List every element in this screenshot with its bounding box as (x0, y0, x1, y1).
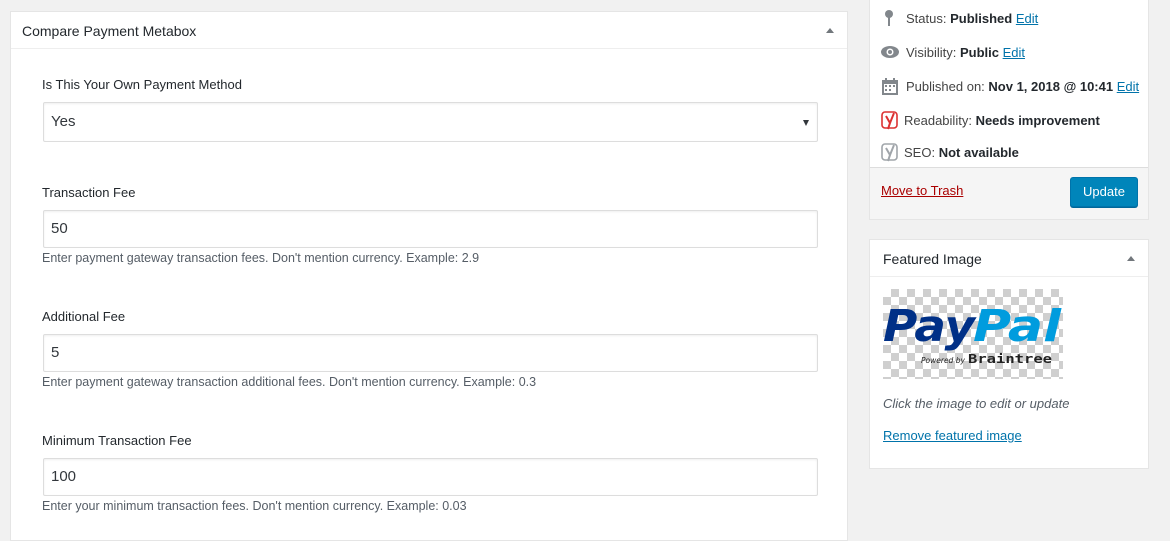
pin-icon (885, 10, 893, 26)
published-on-value: Nov 1, 2018 @ 10:41 (988, 79, 1114, 94)
status-edit-link[interactable]: Edit (1016, 11, 1038, 26)
calendar-icon (882, 78, 898, 95)
minimum-transaction-fee-description: Enter your minimum transaction fees. Don… (42, 499, 467, 513)
minimum-transaction-fee-value: 100 (51, 468, 77, 485)
additional-fee-value: 5 (51, 344, 60, 361)
featured-image-title: Featured Image (883, 251, 982, 267)
visibility-value: Public (959, 45, 999, 60)
chevron-down-icon (803, 120, 809, 126)
transaction-fee-input[interactable]: 50 (43, 210, 818, 248)
svg-text:Powered by: Powered by (921, 356, 965, 365)
update-button[interactable]: Update (1070, 177, 1138, 207)
svg-text:Pal: Pal (973, 301, 1062, 352)
metabox-header[interactable]: Compare Payment Metabox (11, 12, 847, 49)
additional-fee-label: Additional Fee (42, 309, 126, 324)
own-payment-method-value: Yes (51, 113, 76, 130)
seo-value: Not available (938, 145, 1019, 160)
collapse-toggle-icon[interactable] (1127, 256, 1135, 261)
metabox-title: Compare Payment Metabox (22, 23, 197, 39)
readability-label: Readability: (904, 113, 972, 128)
featured-image-hint: Click the image to edit or update (883, 396, 1070, 411)
svg-text:Pay: Pay (883, 301, 977, 352)
yoast-readability-icon (881, 111, 898, 130)
publish-actions: Move to Trash Update (870, 167, 1148, 219)
published-on-edit-link[interactable]: Edit (1117, 79, 1139, 94)
own-payment-method-select[interactable]: Yes (43, 102, 818, 142)
transaction-fee-description: Enter payment gateway transaction fees. … (42, 251, 480, 265)
additional-fee-description: Enter payment gateway transaction additi… (42, 375, 537, 389)
transaction-fee-label: Transaction Fee (42, 185, 136, 200)
readability-value: Needs improvement (975, 113, 1100, 128)
seo-label: SEO: (904, 145, 936, 160)
compare-payment-metabox: Compare Payment Metabox Is This Your Own… (10, 11, 848, 541)
minimum-transaction-fee-input[interactable]: 100 (43, 458, 818, 496)
own-payment-method-label: Is This Your Own Payment Method (42, 77, 242, 92)
status-value: Published (950, 11, 1013, 26)
featured-image-header[interactable]: Featured Image (870, 240, 1148, 277)
minimum-transaction-fee-label: Minimum Transaction Fee (42, 433, 192, 448)
eye-icon (881, 46, 899, 58)
remove-featured-image-link[interactable]: Remove featured image (883, 428, 1022, 443)
visibility-label: Visibility: (906, 45, 957, 60)
published-on-label: Published on: (906, 79, 985, 94)
svg-text:Braintree: Braintree (968, 352, 1052, 366)
paypal-braintree-logo: Pay Pal Powered by Braintree (883, 301, 1062, 366)
yoast-seo-icon (881, 143, 898, 162)
featured-image-thumbnail[interactable]: Pay Pal Powered by Braintree (883, 289, 1063, 379)
additional-fee-input[interactable]: 5 (43, 334, 818, 372)
publish-box: Status: Published Edit Visibility: Publi… (869, 0, 1149, 220)
move-to-trash-link[interactable]: Move to Trash (881, 183, 963, 198)
featured-image-box: Featured Image Pay Pal Powered by Braint… (869, 239, 1149, 469)
status-label: Status: (906, 11, 947, 26)
visibility-edit-link[interactable]: Edit (1003, 45, 1025, 60)
collapse-toggle-icon[interactable] (826, 28, 834, 33)
transaction-fee-value: 50 (51, 220, 68, 237)
